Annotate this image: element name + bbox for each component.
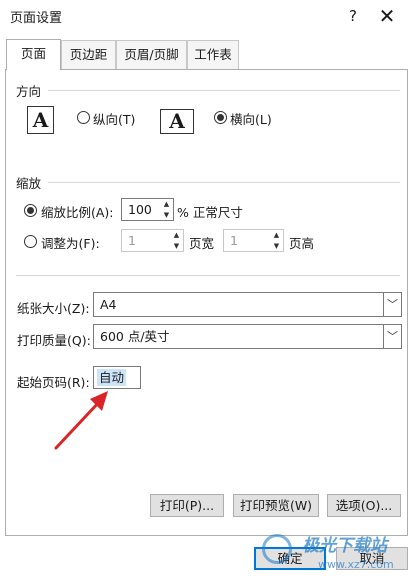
window-title: 页面设置 <box>10 11 63 26</box>
scaling-group-label: 缩放 <box>16 176 42 191</box>
orientation-group-label: 方向 <box>16 84 42 99</box>
adjust-to-label: 缩放比例(A): <box>41 205 114 220</box>
scaling-divider <box>48 182 400 183</box>
section-divider <box>16 275 400 276</box>
landscape-page-icon: A <box>160 109 194 134</box>
chevron-down-icon[interactable]: ﹀ <box>383 293 401 316</box>
tab-sheet[interactable]: 工作表 <box>187 40 239 69</box>
portrait-letter: A <box>32 108 49 132</box>
chevron-down-icon[interactable]: ﹀ <box>383 325 401 348</box>
spin-up-icon[interactable]: ▲ <box>270 230 283 241</box>
scale-percent-spinner[interactable]: ▲ ▼ <box>160 198 174 221</box>
annotation-arrow-icon <box>54 391 108 450</box>
landscape-radio[interactable] <box>214 111 227 124</box>
scale-percent-input[interactable]: 100 <box>121 198 161 221</box>
landscape-letter: A <box>169 109 185 133</box>
options-button[interactable]: 选项(O)... <box>327 494 401 517</box>
landscape-label: 横向(L) <box>230 112 272 127</box>
print-quality-value: 600 点/英寸 <box>100 329 170 344</box>
fit-tall-suffix: 页高 <box>289 236 315 251</box>
fit-tall-input[interactable]: 1 <box>223 229 271 252</box>
first-page-number-value: 自动 <box>97 369 127 386</box>
print-preview-button[interactable]: 打印预览(W) <box>233 494 319 517</box>
portrait-page-icon: A <box>27 106 54 134</box>
adjust-to-radio[interactable] <box>24 204 37 217</box>
fit-wide-spinner[interactable]: ▲ ▼ <box>170 229 184 252</box>
spin-up-icon[interactable]: ▲ <box>170 230 183 241</box>
paper-size-select[interactable]: A4 ﹀ <box>93 292 402 317</box>
help-button[interactable]: ? <box>340 3 366 29</box>
title-bar: 页面设置 ? ✕ <box>0 0 419 32</box>
portrait-radio[interactable] <box>77 111 90 124</box>
fit-wide-input[interactable]: 1 <box>121 229 171 252</box>
scale-percent-suffix: % 正常尺寸 <box>177 205 243 220</box>
fit-to-label: 调整为(F): <box>41 236 100 251</box>
print-button[interactable]: 打印(P)... <box>150 494 224 517</box>
close-button[interactable]: ✕ <box>374 3 400 29</box>
watermark-logo-icon <box>262 534 292 564</box>
spin-down-icon[interactable]: ▼ <box>270 241 283 252</box>
tab-margins[interactable]: 页边距 <box>61 40 116 69</box>
print-quality-select[interactable]: 600 点/英寸 ﹀ <box>93 324 402 349</box>
print-quality-label: 打印质量(Q): <box>17 333 91 348</box>
watermark: 极光下载站 www.xz7.com <box>262 528 412 578</box>
watermark-url: www.xz7.com <box>318 558 394 571</box>
spin-down-icon[interactable]: ▼ <box>160 210 173 221</box>
spin-up-icon[interactable]: ▲ <box>160 199 173 210</box>
watermark-text: 极光下载站 <box>302 536 387 556</box>
fit-wide-suffix: 页宽 <box>189 236 215 251</box>
fit-to-radio[interactable] <box>24 235 37 248</box>
tab-header-footer[interactable]: 页眉/页脚 <box>116 40 187 69</box>
tab-page[interactable]: 页面 <box>6 39 61 70</box>
fit-tall-spinner[interactable]: ▲ ▼ <box>270 229 284 252</box>
spin-down-icon[interactable]: ▼ <box>170 241 183 252</box>
paper-size-label: 纸张大小(Z): <box>17 301 90 316</box>
orientation-divider <box>48 90 400 91</box>
portrait-label: 纵向(T) <box>93 112 136 127</box>
paper-size-value: A4 <box>100 297 117 312</box>
